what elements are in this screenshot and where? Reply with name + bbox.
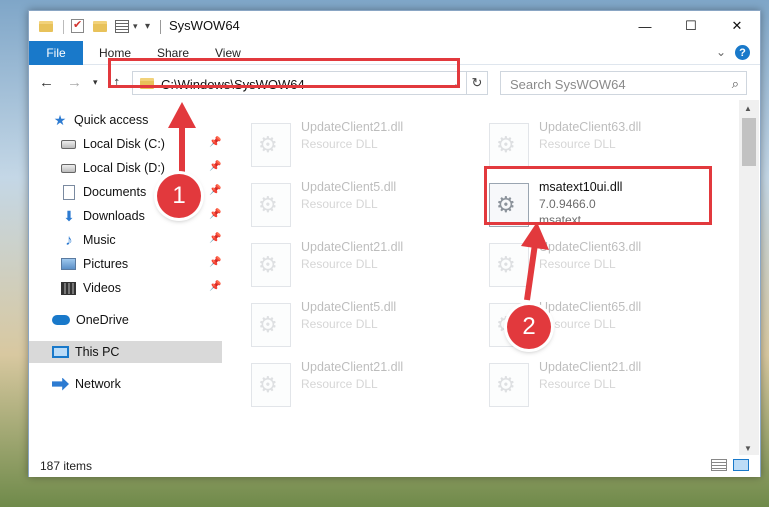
arrow-to-address-bar: [168, 102, 196, 178]
annotation-arrows: [168, 102, 549, 301]
step-2-badge: 2: [507, 305, 551, 349]
step-1-badge: 1: [157, 174, 201, 218]
arrow-to-file: [521, 222, 549, 301]
